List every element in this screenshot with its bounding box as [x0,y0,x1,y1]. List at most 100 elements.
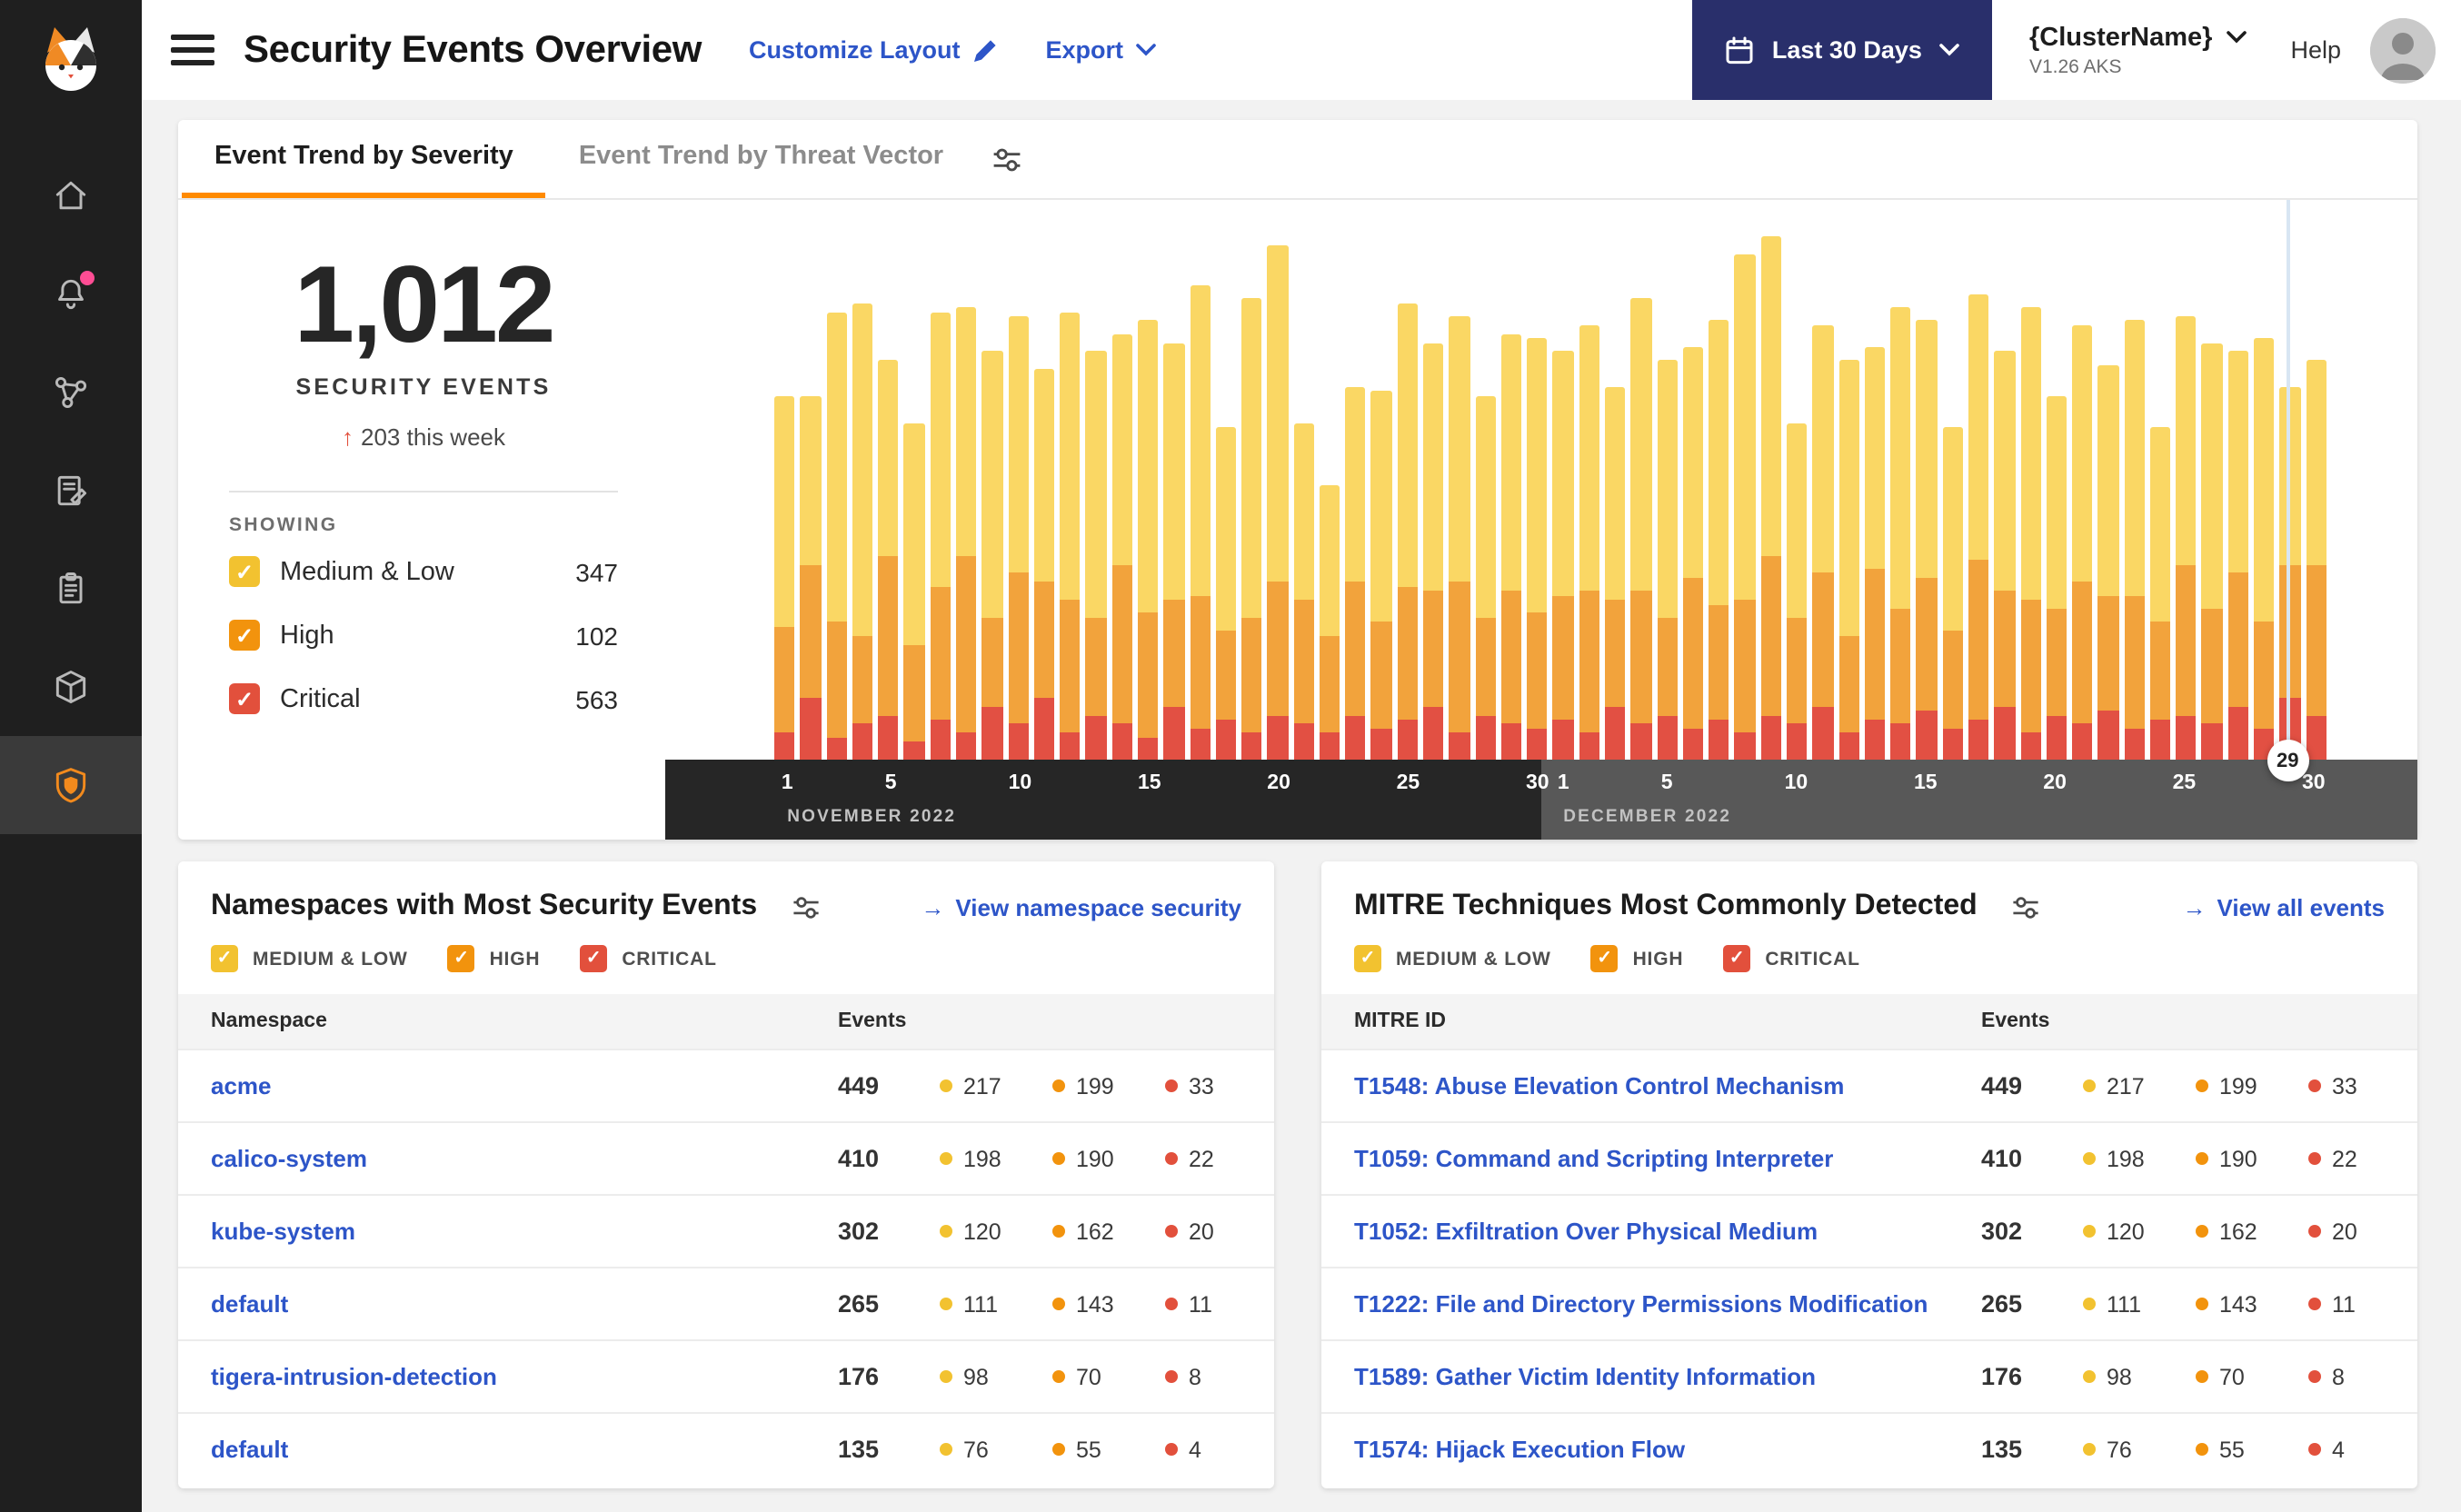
severity-filter-high[interactable]: ✓ HIGH [1590,945,1684,972]
chart-bar-dec-3[interactable] [1605,386,1626,760]
hamburger-menu-icon[interactable] [171,35,214,65]
namespace-link[interactable]: acme [211,1072,838,1099]
chart-bar-dec-9[interactable] [1760,236,1781,760]
calico-cat-logo[interactable] [31,22,111,111]
mitre-technique-link[interactable]: T1052: Exfiltration Over Physical Medium [1354,1218,1981,1245]
chart-bar-dec-28[interactable] [2254,338,2275,760]
chart-bar-nov-3[interactable] [826,312,847,760]
mitre-technique-link[interactable]: T1589: Gather Victim Identity Informatio… [1354,1363,1981,1390]
chart-bar-nov-10[interactable] [1008,315,1029,760]
view-namespace-security-link[interactable]: → View namespace security [921,893,1241,920]
sidebar-item-compliance[interactable] [0,540,142,638]
chart-bar-nov-8[interactable] [955,307,977,760]
date-range-button[interactable]: Last 30 Days [1691,0,1993,100]
sidebar-item-alerts[interactable] [0,245,142,343]
sidebar-item-security-events[interactable] [0,736,142,834]
medium-checkbox[interactable]: ✓ [211,945,238,972]
chart-bar-dec-19[interactable] [2020,307,2041,760]
chart-bar-nov-20[interactable] [1267,244,1289,760]
chart-bar-dec-2[interactable] [1579,324,1599,760]
critical-checkbox[interactable]: ✓ [1723,945,1751,972]
chart-bar-nov-1[interactable] [774,395,795,760]
sidebar-item-service-graph[interactable] [0,343,142,442]
chart-bar-nov-13[interactable] [1085,351,1107,760]
namespace-link[interactable]: calico-system [211,1145,838,1172]
sidebar-item-workloads[interactable] [0,638,142,736]
tune-filter-icon[interactable] [2010,893,2041,920]
mitre-technique-link[interactable]: T1059: Command and Scripting Interpreter [1354,1145,1981,1172]
chart-bar-dec-4[interactable] [1630,298,1652,760]
tune-filter-icon[interactable] [991,144,1023,174]
chart-bar-dec-22[interactable] [2097,364,2119,760]
tab-event-trend-by-threat-vector[interactable]: Event Trend by Threat Vector [546,120,976,198]
export-button[interactable]: Export [1046,36,1157,64]
chart-bar-nov-24[interactable] [1370,391,1392,760]
chart-bar-nov-15[interactable] [1137,320,1159,760]
chart-bar-nov-14[interactable] [1111,333,1132,760]
severity-filter-medium[interactable]: ✓ Medium & Low 347 [229,540,618,603]
severity-filter-high[interactable]: ✓ High 102 [229,603,618,667]
chart-bar-nov-28[interactable] [1475,395,1496,760]
chart-bar-dec-16[interactable] [1942,426,1963,760]
chart-bar-nov-12[interactable] [1060,312,1081,760]
chart-bar-dec-24[interactable] [2149,426,2171,760]
chart-bar-nov-18[interactable] [1215,426,1237,760]
severity-filter-medium[interactable]: ✓ MEDIUM & LOW [1354,945,1551,972]
medium-checkbox[interactable]: ✓ [1354,945,1381,972]
chart-bar-dec-8[interactable] [1734,254,1756,760]
namespace-link[interactable]: tigera-intrusion-detection [211,1363,838,1390]
chart-bar-nov-23[interactable] [1345,386,1366,760]
chart-bar-nov-21[interactable] [1293,423,1314,760]
chart-bar-nov-29[interactable] [1500,333,1522,760]
severity-filter-critical[interactable]: ✓ Critical 563 [229,667,618,731]
sidebar-item-home[interactable] [0,147,142,245]
chart-bar-dec-5[interactable] [1657,360,1678,760]
severity-filter-critical[interactable]: ✓ CRITICAL [580,945,716,972]
mitre-technique-link[interactable]: T1574: Hijack Execution Flow [1354,1436,1981,1463]
chart-bar-dec-12[interactable] [1838,360,1859,760]
chart-bar-dec-15[interactable] [1916,320,1938,760]
selected-day-marker[interactable]: 29 [2267,740,2309,781]
mitre-technique-link[interactable]: T1548: Abuse Elevation Control Mechanism [1354,1072,1981,1099]
mitre-technique-link[interactable]: T1222: File and Directory Permissions Mo… [1354,1290,1981,1318]
customize-layout-button[interactable]: Customize Layout [749,36,999,64]
critical-checkbox[interactable]: ✓ [229,683,260,714]
chart-bar-nov-27[interactable] [1449,315,1470,760]
cluster-selector[interactable]: {ClusterName} V1.26 AKS [2029,23,2247,77]
chart-bar-nov-22[interactable] [1319,484,1340,760]
chart-bar-nov-6[interactable] [903,423,925,760]
chart-bar-nov-2[interactable] [800,395,822,760]
avatar[interactable] [2370,17,2436,83]
chart-bar-dec-25[interactable] [2176,315,2197,760]
view-all-events-link[interactable]: → View all events [2182,893,2385,920]
chart-bar-dec-30[interactable] [2306,360,2326,760]
chart-bar-nov-9[interactable] [981,351,1003,760]
chart-bar-dec-10[interactable] [1786,423,1808,760]
chart-bar-nov-26[interactable] [1423,343,1444,760]
chart-bar-dec-20[interactable] [2046,395,2067,760]
chart-bar-dec-14[interactable] [1890,307,1911,760]
severity-filter-high[interactable]: ✓ HIGH [447,945,541,972]
chart-bar-dec-11[interactable] [1812,324,1834,760]
chart-bar-dec-18[interactable] [1994,351,2015,760]
chart-bar-nov-11[interactable] [1033,369,1055,760]
tune-filter-icon[interactable] [790,893,821,920]
chart-bar-dec-21[interactable] [2072,324,2093,760]
high-checkbox[interactable]: ✓ [447,945,475,972]
chart-bar-dec-17[interactable] [1968,293,1989,760]
medium-checkbox[interactable]: ✓ [229,556,260,587]
namespace-link[interactable]: kube-system [211,1218,838,1245]
chart-bar-dec-6[interactable] [1682,347,1704,760]
severity-filter-medium[interactable]: ✓ MEDIUM & LOW [211,945,408,972]
tab-event-trend-by-severity[interactable]: Event Trend by Severity [182,120,546,198]
chart-bar-dec-13[interactable] [1864,347,1886,760]
namespace-link[interactable]: default [211,1436,838,1463]
chart-bar-nov-16[interactable] [1163,343,1184,760]
high-checkbox[interactable]: ✓ [229,620,260,651]
chart-bar-dec-26[interactable] [2201,343,2223,760]
chart-bar-dec-23[interactable] [2124,320,2145,760]
chart-bar-nov-4[interactable] [852,303,873,760]
severity-filter-critical[interactable]: ✓ CRITICAL [1723,945,1859,972]
chart-bar-nov-17[interactable] [1190,284,1211,760]
chart-bar-dec-1[interactable] [1552,351,1574,760]
